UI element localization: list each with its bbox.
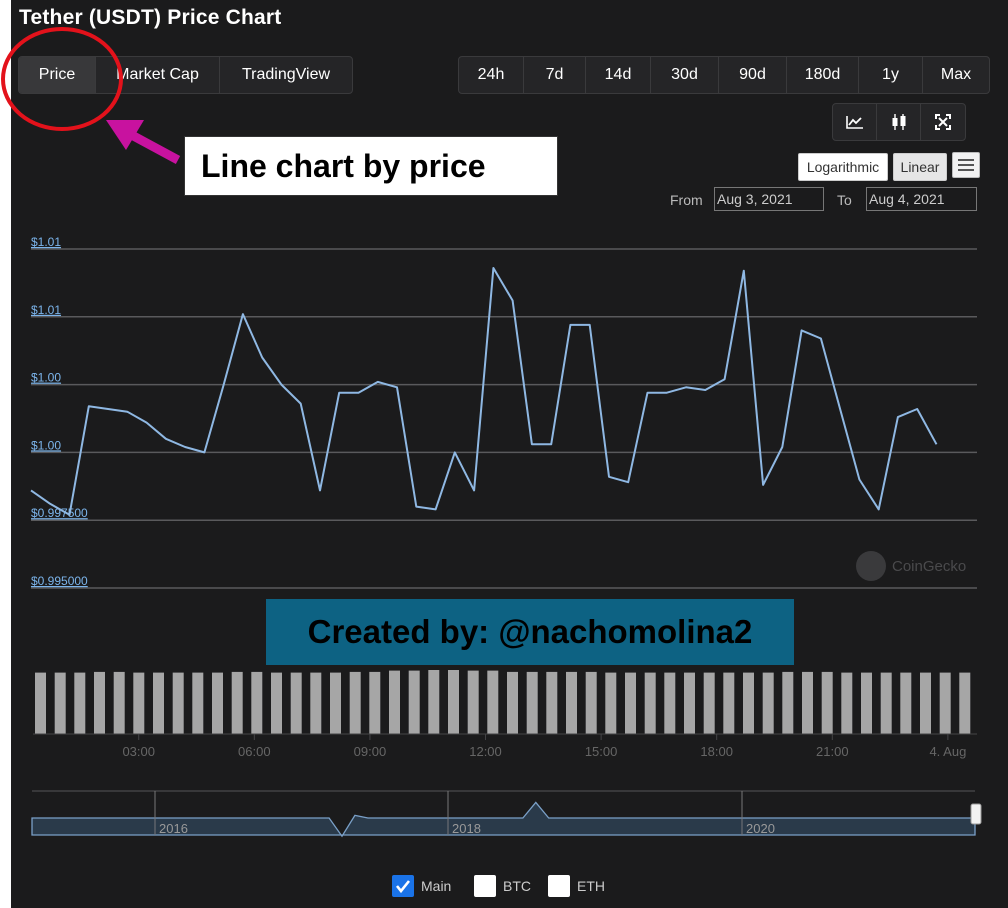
checkbox-unchecked-icon[interactable]	[474, 875, 496, 897]
volume-bar	[644, 672, 656, 734]
x-tick-label: 09:00	[354, 744, 387, 759]
navigator-year-label: 2020	[746, 821, 775, 836]
volume-bar	[54, 672, 66, 734]
volume-bar	[428, 670, 440, 734]
volume-bar	[703, 672, 715, 734]
volume-bar	[546, 671, 558, 734]
volume-bar	[251, 671, 263, 734]
volume-bar	[74, 672, 86, 734]
y-tick-label: $0.995000	[31, 574, 88, 588]
volume-bar	[802, 671, 813, 734]
checkbox-unchecked-icon[interactable]	[548, 875, 570, 897]
volume-bar	[723, 672, 735, 734]
volume-bar	[231, 671, 243, 734]
legend-eth-label: ETH	[577, 878, 605, 894]
y-tick-label: $1.01	[31, 235, 61, 249]
volume-bar	[310, 672, 322, 734]
volume-bar	[900, 672, 912, 734]
price-line	[30, 267, 938, 516]
volume-bar	[192, 672, 204, 734]
volume-bar	[369, 671, 381, 734]
legend-main[interactable]: Main	[392, 875, 451, 897]
volume-bar	[625, 672, 636, 734]
legend-btc[interactable]: BTC	[474, 875, 531, 897]
volume-bar	[664, 672, 676, 734]
y-tick-label: $1.00	[31, 438, 61, 452]
volume-bar	[861, 672, 872, 734]
x-tick-label: 12:00	[469, 744, 502, 759]
x-tick-label: 21:00	[816, 744, 849, 759]
volume-bar	[35, 672, 46, 734]
coingecko-logo-icon	[856, 551, 886, 581]
volume-bar	[762, 672, 774, 734]
y-tick-label: $1.01	[31, 303, 61, 317]
x-tick-label: 15:00	[585, 744, 618, 759]
volume-bar	[566, 671, 577, 734]
volume-bar	[290, 672, 302, 734]
volume-bar	[172, 672, 184, 734]
volume-bar	[939, 672, 951, 734]
volume-bar	[487, 670, 499, 734]
volume-bar	[330, 672, 341, 734]
volume-bar	[605, 672, 617, 734]
annotation-callout: Line chart by price	[184, 136, 558, 196]
legend-eth[interactable]: ETH	[548, 875, 605, 897]
checkbox-checked-icon[interactable]	[392, 875, 414, 897]
volume-bar	[133, 672, 145, 734]
watermark-text: CoinGecko	[892, 557, 967, 575]
x-tick-label: 06:00	[238, 744, 271, 759]
navigator-handle[interactable]	[970, 803, 982, 825]
volume-bar	[153, 672, 164, 734]
volume-bar	[408, 670, 420, 734]
legend-main-label: Main	[421, 878, 452, 894]
volume-bar	[841, 672, 853, 734]
x-tick-label: 18:00	[700, 744, 733, 759]
volume-bar	[113, 671, 125, 734]
x-tick-label: 03:00	[122, 744, 155, 759]
volume-bar	[448, 670, 459, 734]
volume-bar	[349, 671, 361, 734]
volume-bar	[212, 672, 223, 734]
volume-bar	[743, 672, 754, 734]
x-tick-label: 4. Aug	[929, 744, 966, 759]
volume-bar	[920, 672, 931, 734]
volume-bar	[271, 672, 282, 734]
volume-bar	[782, 671, 794, 734]
legend-btc-label: BTC	[503, 878, 531, 894]
volume-bar	[880, 672, 892, 734]
volume-bar	[959, 672, 971, 734]
credit-banner: Created by: @nachomolina2	[266, 599, 794, 665]
navigator-year-label: 2018	[452, 821, 481, 836]
y-tick-label: $1.00	[31, 371, 61, 385]
volume-bar	[526, 671, 538, 734]
volume-bar	[507, 671, 518, 734]
volume-bar	[467, 670, 479, 734]
volume-bar	[684, 672, 695, 734]
volume-bar	[585, 671, 597, 734]
coingecko-watermark: CoinGecko	[856, 551, 966, 581]
volume-bar	[389, 670, 400, 734]
volume-bar	[821, 671, 833, 734]
navigator-year-label: 2016	[159, 821, 188, 836]
volume-bar	[94, 671, 105, 734]
